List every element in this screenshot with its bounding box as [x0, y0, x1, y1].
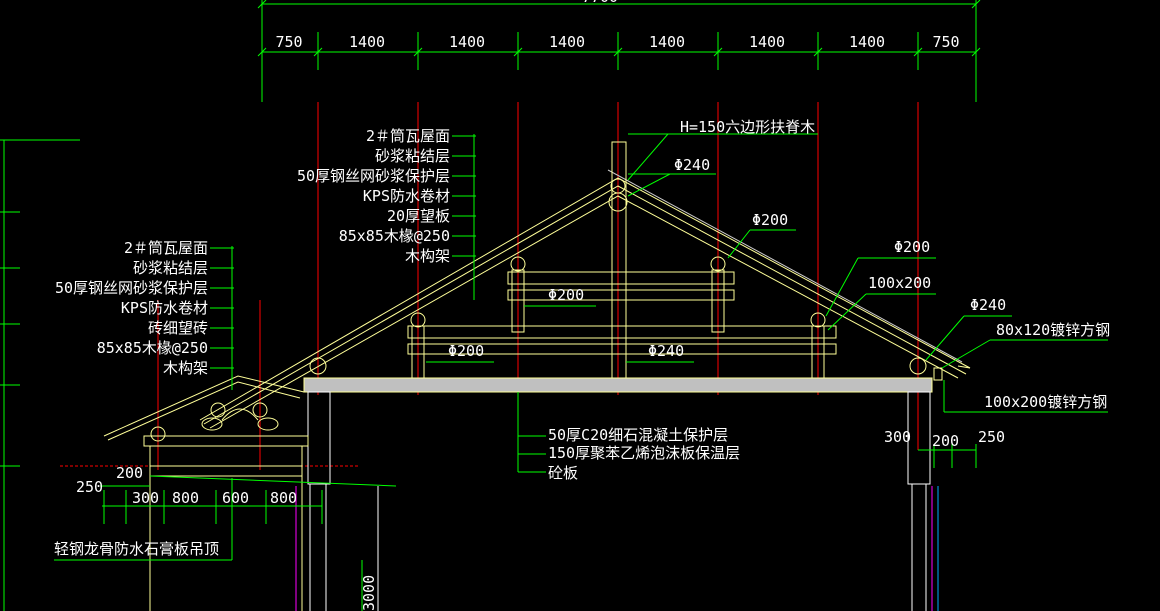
- dim-right-200: 200: [932, 432, 959, 450]
- label-phi200-right: Φ200: [894, 238, 930, 256]
- dim-seg-4: 1400: [549, 33, 585, 51]
- dim-right-250: 250: [978, 428, 1005, 446]
- cad-section-drawing: 7700 750 1400 1400 1400 1400 1400 1400 7…: [0, 0, 1160, 611]
- ridge-label: H=150六边形扶脊木: [680, 118, 815, 136]
- dim-left-seg-2: 800: [172, 489, 199, 507]
- label-phi240-ridge: Φ240: [674, 156, 710, 174]
- dim-overall: 7700: [582, 0, 618, 6]
- main-layer-7: 木构架: [405, 247, 450, 265]
- label-steel-80x120: 80x120镀锌方钢: [996, 321, 1110, 339]
- slab-layer-1: 50厚C20细石混凝土保护层: [548, 426, 728, 444]
- label-phi200-inner: Φ200: [548, 286, 584, 304]
- dim-seg-1: 750: [275, 33, 302, 51]
- main-layer-3: 50厚钢丝网砂浆保护层: [297, 167, 450, 185]
- roof-slab: [303, 377, 933, 393]
- dim-left-seg-1: 300: [132, 489, 159, 507]
- label-phi240-eave: Φ240: [970, 296, 1006, 314]
- dim-seg-8: 750: [932, 33, 959, 51]
- dim-right-300: 300: [884, 428, 911, 446]
- main-layer-2: 砂浆粘结层: [375, 147, 450, 165]
- slab-layer-2: 150厚聚苯乙烯泡沫板保温层: [548, 444, 740, 462]
- dim-left-seg-4: 800: [270, 489, 297, 507]
- side-layer-5: 砖细望砖: [148, 319, 208, 337]
- side-layer-4: KPS防水卷材: [121, 299, 208, 317]
- slab-layer-3: 砼板: [548, 464, 578, 482]
- ceiling-label: 轻钢龙骨防水石膏板吊顶: [54, 540, 219, 558]
- side-layer-6: 85x85木椽@250: [97, 339, 208, 357]
- main-layer-5: 20厚望板: [387, 207, 450, 225]
- dim-seg-7: 1400: [849, 33, 885, 51]
- dim-left-250: 250: [76, 478, 103, 496]
- label-phi240-post: Φ240: [648, 342, 684, 360]
- dim-seg-3: 1400: [449, 33, 485, 51]
- dim-seg-2: 1400: [349, 33, 385, 51]
- label-100x200: 100x200: [868, 274, 931, 292]
- label-phi200-upper: Φ200: [752, 211, 788, 229]
- label-phi200-lower: Φ200: [448, 342, 484, 360]
- dim-left-seg-3: 600: [222, 489, 249, 507]
- dim-seg-5: 1400: [649, 33, 685, 51]
- side-layer-7: 木构架: [163, 359, 208, 377]
- main-layer-4: KPS防水卷材: [363, 187, 450, 205]
- dim-left-200: 200: [116, 464, 143, 482]
- main-layer-6: 85x85木椽@250: [339, 227, 450, 245]
- main-layer-1: 2＃筒瓦屋面: [366, 127, 450, 145]
- label-steel-100x200: 100x200镀锌方钢: [984, 393, 1107, 411]
- dim-seg-6: 1400: [749, 33, 785, 51]
- side-layer-3: 50厚钢丝网砂浆保护层: [55, 279, 208, 297]
- vertical-dim-label: 3000: [360, 575, 378, 611]
- side-layer-2: 砂浆粘结层: [133, 259, 208, 277]
- side-layer-1: 2＃筒瓦屋面: [124, 239, 208, 257]
